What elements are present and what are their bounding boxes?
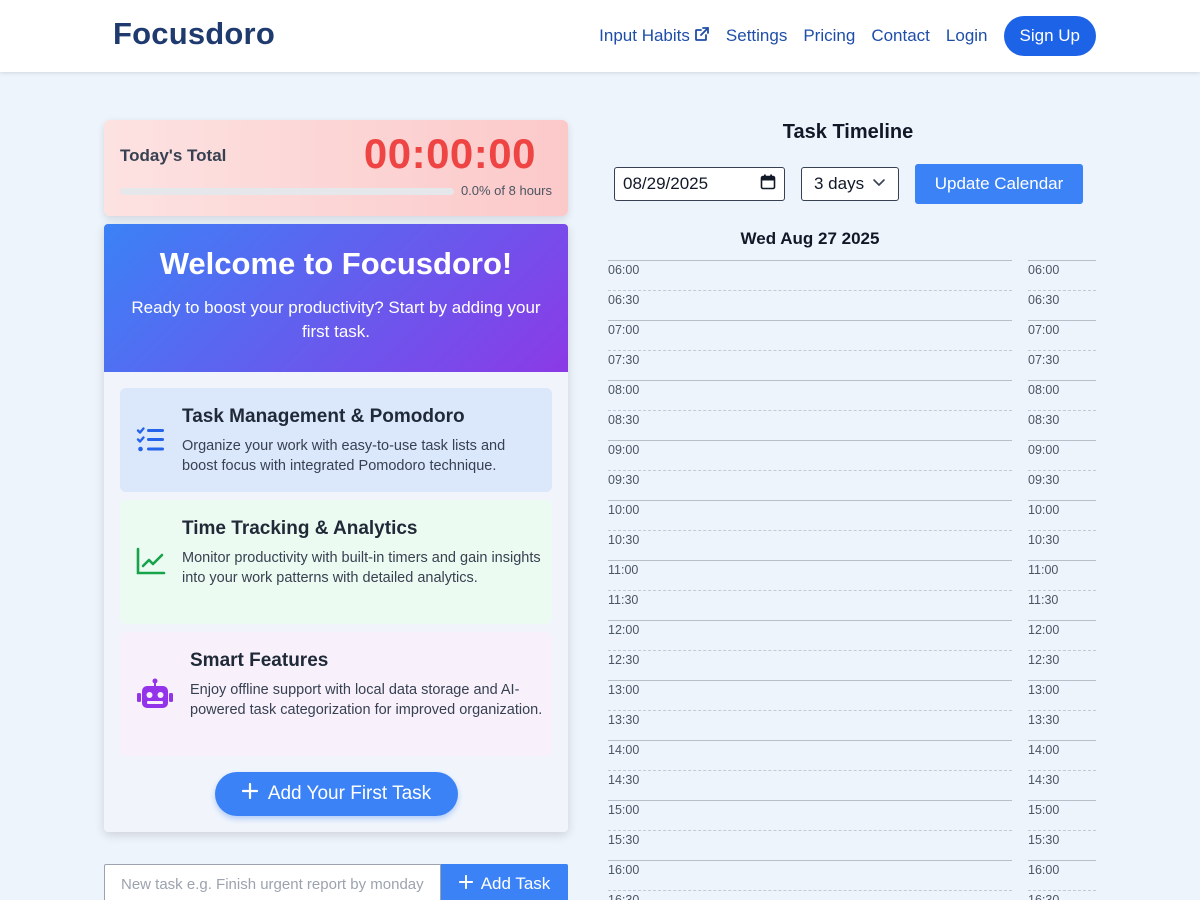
update-calendar-button[interactable]: Update Calendar xyxy=(915,164,1083,204)
todays-total-timer: 00:00:00 xyxy=(363,130,536,177)
add-task-button[interactable]: Add Task xyxy=(441,864,568,900)
todays-total-card: Today's Total 00:00:00 0.0% of 8 hours xyxy=(104,120,568,216)
feature-time-tracking: Time Tracking & Analytics Monitor produc… xyxy=(120,500,552,624)
welcome-card: Welcome to Focusdoro! Ready to boost you… xyxy=(104,224,568,832)
day-column-time-slots: 06:00 06:30 07:00 07:30 08:00 08:30 09:00 09:30… xyxy=(1028,260,1096,900)
feature-title: Task Management & Pomodoro xyxy=(182,406,465,427)
time-slot[interactable]: 14:30 xyxy=(608,770,1012,800)
time-slot[interactable]: 15:30 xyxy=(608,830,1012,860)
time-slot[interactable]: 15:00 xyxy=(608,800,1012,830)
nav-login[interactable]: Login xyxy=(946,26,988,46)
time-slot[interactable]: 14:30 xyxy=(1028,770,1096,800)
welcome-hero: Welcome to Focusdoro! Ready to boost you… xyxy=(104,224,568,372)
time-slot[interactable]: 06:30 xyxy=(1028,290,1096,320)
time-slot[interactable]: 11:30 xyxy=(608,590,1012,620)
time-slot[interactable]: 15:00 xyxy=(1028,800,1096,830)
time-slot[interactable]: 06:30 xyxy=(608,290,1012,320)
feature-title: Time Tracking & Analytics xyxy=(182,518,418,539)
nav-settings[interactable]: Settings xyxy=(726,26,787,46)
time-slot[interactable]: 12:30 xyxy=(1028,650,1096,680)
time-slot[interactable]: 10:00 xyxy=(1028,500,1096,530)
time-slot[interactable]: 12:00 xyxy=(608,620,1012,650)
time-slot[interactable]: 10:00 xyxy=(608,500,1012,530)
welcome-subtitle: Ready to boost your productivity? Start … xyxy=(131,298,541,341)
time-slot[interactable]: 06:00 xyxy=(1028,260,1096,290)
todays-total-label: Today's Total xyxy=(120,146,227,165)
time-slot[interactable]: 08:30 xyxy=(608,410,1012,440)
plus-icon xyxy=(458,874,473,894)
time-slot[interactable]: 14:00 xyxy=(608,740,1012,770)
time-slot[interactable]: 16:30 xyxy=(608,890,1012,900)
time-slot[interactable]: 09:30 xyxy=(608,470,1012,500)
time-slot[interactable]: 13:30 xyxy=(1028,710,1096,740)
time-slot[interactable]: 07:30 xyxy=(1028,350,1096,380)
time-slot[interactable]: 10:30 xyxy=(1028,530,1096,560)
time-slot[interactable]: 08:00 xyxy=(1028,380,1096,410)
feature-description: Enjoy offline support with local data st… xyxy=(190,682,543,718)
nav-contact[interactable]: Contact xyxy=(871,26,930,46)
time-slot[interactable]: 11:00 xyxy=(608,560,1012,590)
time-slot[interactable]: 14:00 xyxy=(1028,740,1096,770)
date-value: 08/29/2025 xyxy=(623,174,709,193)
time-slot[interactable]: 16:00 xyxy=(1028,860,1096,890)
add-first-task-label: Add Your First Task xyxy=(267,783,432,804)
feature-description: Monitor productivity with built-in timer… xyxy=(182,550,541,586)
feature-task-management: Task Management & Pomodoro Organize your… xyxy=(120,388,552,492)
feature-smart-features: Smart Features Enjoy offline support wit… xyxy=(120,632,552,756)
task-list-icon xyxy=(136,425,166,455)
time-slot[interactable]: 16:00 xyxy=(608,860,1012,890)
daily-progress-bar xyxy=(120,188,454,195)
nav-pricing[interactable]: Pricing xyxy=(803,26,855,46)
new-task-input[interactable] xyxy=(104,864,441,900)
nav-input-habits[interactable]: Input Habits xyxy=(599,26,710,47)
day-column-time-slots: 06:00 06:30 07:00 07:30 08:00 08:30 09:00 09:30… xyxy=(608,260,1012,900)
time-slot[interactable]: 13:00 xyxy=(1028,680,1096,710)
time-slot[interactable]: 08:00 xyxy=(608,380,1012,410)
time-slot[interactable]: 07:00 xyxy=(608,320,1012,350)
time-slot[interactable]: 06:00 xyxy=(608,260,1012,290)
main-nav: Input Habits Settings Pricing Contact Lo… xyxy=(599,16,1096,56)
time-slot[interactable]: 09:00 xyxy=(1028,440,1096,470)
time-slot[interactable]: 08:30 xyxy=(1028,410,1096,440)
time-slot[interactable]: 09:30 xyxy=(1028,470,1096,500)
time-slot[interactable]: 12:30 xyxy=(608,650,1012,680)
app-logo[interactable]: Focusdoro xyxy=(113,16,275,52)
plus-icon xyxy=(241,782,258,805)
add-task-label: Add Task xyxy=(480,874,551,893)
feature-description: Organize your work with easy-to-use task… xyxy=(182,438,506,474)
time-slot[interactable]: 07:30 xyxy=(608,350,1012,380)
time-slot[interactable]: 13:00 xyxy=(608,680,1012,710)
welcome-title: Welcome to Focusdoro! xyxy=(159,246,513,281)
time-slot[interactable]: 11:30 xyxy=(1028,590,1096,620)
time-slot[interactable]: 12:00 xyxy=(1028,620,1096,650)
time-slot[interactable]: 10:30 xyxy=(608,530,1012,560)
timeline-date-input[interactable]: 08/29/2025 xyxy=(614,167,785,201)
time-slot[interactable]: 13:30 xyxy=(608,710,1012,740)
chart-line-icon xyxy=(136,546,166,576)
add-first-task-button[interactable]: Add Your First Task xyxy=(215,772,458,816)
signup-button[interactable]: Sign Up xyxy=(1003,16,1096,56)
chevron-down-icon xyxy=(872,174,886,194)
external-link-icon xyxy=(694,26,710,47)
time-slot[interactable]: 16:30 xyxy=(1028,890,1096,900)
feature-title: Smart Features xyxy=(190,650,329,671)
time-slot[interactable]: 15:30 xyxy=(1028,830,1096,860)
time-slot[interactable]: 11:00 xyxy=(1028,560,1096,590)
nav-input-habits-label: Input Habits xyxy=(599,26,690,45)
robot-icon xyxy=(136,678,174,708)
daily-progress-text: 0.0% of 8 hours xyxy=(460,183,552,198)
calendar-icon[interactable] xyxy=(760,174,776,195)
day-column-header: Wed Aug 27 2025 xyxy=(740,229,880,248)
timeline-title: Task Timeline xyxy=(782,121,914,143)
time-slot[interactable]: 07:00 xyxy=(1028,320,1096,350)
time-slot[interactable]: 09:00 xyxy=(608,440,1012,470)
top-navbar: Focusdoro Input Habits Settings Pricing … xyxy=(0,0,1200,72)
timeline-days-select[interactable]: 3 days xyxy=(801,167,899,201)
days-value: 3 days xyxy=(814,174,865,193)
